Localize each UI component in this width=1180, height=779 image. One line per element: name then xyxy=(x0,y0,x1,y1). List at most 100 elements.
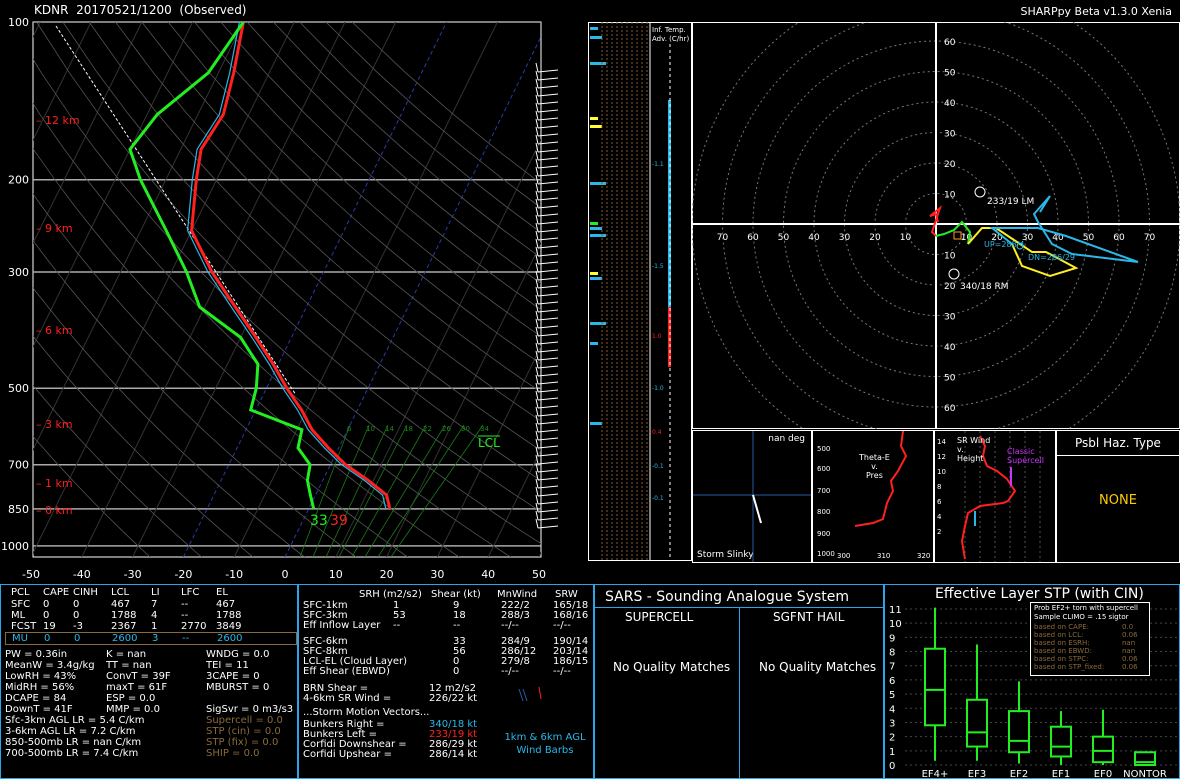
parcel-cell: 467 xyxy=(111,599,131,610)
index-line: SHIP = 0.0 xyxy=(206,748,260,759)
wind-barb-flag xyxy=(535,70,539,81)
surface-dewpoint-label: 33 xyxy=(310,513,328,529)
tadv-level-bar xyxy=(590,27,598,30)
wind-barb-flag xyxy=(535,494,539,505)
lcl-label: LCL xyxy=(478,436,500,450)
theta-e-y-tick: 600 xyxy=(817,465,830,473)
hodo-rm-marker xyxy=(948,268,960,280)
parcel-cell: LCL xyxy=(111,587,130,598)
stp-y-tick: 1 xyxy=(889,747,895,758)
temperature-tick-label: -40 xyxy=(73,568,91,581)
index-line: STP (fix) = 0.0 xyxy=(206,737,279,748)
tadv-level-bar xyxy=(590,227,602,230)
stp-y-tick: 10 xyxy=(889,619,902,630)
parcel-cell: 3849 xyxy=(216,621,242,632)
indices-left: PW = 0.36in MeanW = 3.4g/kg LowRH = 43% Mid… xyxy=(5,649,95,715)
parcel-row: MU 0 0 2600 3 -- 2600 xyxy=(5,632,297,645)
hodograph: 10102020303040405050606070 60 50 40 30 20 10 10… xyxy=(692,22,1180,429)
index-line: Supercell = 0.0 xyxy=(206,715,283,726)
parcel-row: ML 0 0 1788 4 -- 1788 xyxy=(5,610,295,621)
wind-barb-flag xyxy=(535,430,539,441)
parcel-cell: -- xyxy=(181,599,189,610)
isotherm-line xyxy=(284,35,541,557)
indices-mid: K = nan TT = nan ConvT = 39F maxT = 61F ESP … xyxy=(106,649,171,715)
surface-temp-label: 39 xyxy=(330,513,348,529)
sars-title: SARS - Sounding Analogue System xyxy=(605,589,849,605)
dry-adiabat-line xyxy=(62,22,541,482)
pressure-tick-label: 500 xyxy=(8,382,29,395)
kin-header: SRW xyxy=(555,589,578,600)
tadv-level-bar xyxy=(590,117,598,120)
parcel-cell: 2367 xyxy=(111,621,137,632)
wind-barb-flag xyxy=(535,198,539,209)
tadv-level-bar xyxy=(590,125,602,128)
wind-barb-flag xyxy=(535,78,539,89)
index-line: DCAPE = 84 xyxy=(5,693,67,704)
index-line: SigSvr = 0 m3/s3 xyxy=(206,704,294,715)
theta-e-y-tick: 1000 xyxy=(817,550,835,558)
index-line: Sfc-3km AGL LR = 5.4 C/km xyxy=(5,715,145,726)
dry-adiabat-line xyxy=(167,22,541,365)
theta-e-y-tick: 900 xyxy=(817,530,830,538)
kin-cell: Eff Shear (EBWD) xyxy=(303,666,390,677)
parcel-cell: EL xyxy=(216,587,228,598)
tadv-level-bar xyxy=(590,222,598,225)
index-line: maxT = 61F xyxy=(106,682,168,693)
isotherm-line xyxy=(436,345,541,557)
stp-box xyxy=(1092,735,1114,764)
wind-barb-flag xyxy=(535,326,539,337)
stp-legend-row: based on EBWD: nan xyxy=(1034,647,1136,655)
tadv-value-label: 0.4 xyxy=(652,429,662,436)
motion-value: 286/14 kt xyxy=(429,749,478,760)
stp-box xyxy=(1050,725,1072,758)
hodo-axis-label: 50 xyxy=(778,233,790,243)
parcel-cell: 1 xyxy=(151,621,158,632)
hodo-ring-label: 30 xyxy=(944,130,956,140)
motion-label: Corfidi Upshear = xyxy=(303,749,392,760)
hodo-rm-label: 340/18 RM xyxy=(960,282,1009,292)
tadv-title: Inf. Temp. xyxy=(652,26,686,34)
wind-barb-flag xyxy=(535,166,539,177)
mixing-ratio-label: 26 xyxy=(442,425,451,433)
skewt-frame xyxy=(32,21,542,558)
mixing-ratio-label: 6 xyxy=(347,425,352,433)
srw-tick: 4 xyxy=(937,513,942,521)
tadv-value-label: -1.1 xyxy=(652,161,664,168)
parcel-cell: 1788 xyxy=(111,610,137,621)
wind-barb-flag xyxy=(535,374,539,385)
hodo-axis-label: 60 xyxy=(1113,233,1125,243)
parcel-cell: 19 xyxy=(43,621,56,632)
srw-tick: 14 xyxy=(937,438,946,446)
isotherm-line xyxy=(33,22,194,348)
inferred-temp-advection-panel: Inf. Temp. Adv. (C/hr) -1.1 -1.5 1.0 -1.0 0.… xyxy=(588,22,692,561)
stp-y-tick: 8 xyxy=(889,648,895,659)
index-line: MBURST = 0 xyxy=(206,682,270,693)
composite-indices: Supercell = 0.0 STP (cin) = 0.0 STP (fix) … xyxy=(206,715,283,759)
parcel-cell: 2600 xyxy=(217,633,243,644)
theta-e-y-tick: 800 xyxy=(817,508,830,516)
parcel-cell: FCST xyxy=(11,621,37,632)
parcel-cell: 0 xyxy=(43,610,50,621)
indices-right: WNDG = 0.0 TEI = 11 3CAPE = 0 MBURST = 0 Si… xyxy=(206,649,293,715)
temperature-tick-labels: -50 -40 -30 -20 -10 0 10 20 30 40 50 xyxy=(22,568,546,581)
wind-barb-flag xyxy=(535,470,539,481)
theta-e-y-tick: 700 xyxy=(817,487,830,495)
srw-tick: 12 xyxy=(937,453,946,461)
index-line: 3CAPE = 0 xyxy=(206,671,260,682)
srw-title: SR Wind v. Height xyxy=(957,436,991,463)
height-label: – 12 km xyxy=(36,114,80,127)
index-line: TEI = 11 xyxy=(206,660,249,671)
wind-barb-flag xyxy=(535,502,539,513)
pressure-tick-labels: 100 200 300 500 700 850 1000 xyxy=(1,16,29,553)
srw-tick: 2 xyxy=(937,528,941,536)
wind-barb-flag xyxy=(535,478,539,489)
kin-cell: Eff Inflow Layer xyxy=(303,620,381,631)
tadv-level-bar xyxy=(590,36,602,39)
storm-slinky-panel: nan deg Storm Slinky xyxy=(692,430,812,563)
parcel-cell: 4 xyxy=(151,610,158,621)
stp-y-tick: 3 xyxy=(889,718,895,729)
index-line: K = nan xyxy=(106,649,147,660)
parcel-cell: CINH xyxy=(73,587,98,598)
wind-barb-flag xyxy=(535,398,539,409)
height-label: – 3 km xyxy=(36,418,73,431)
